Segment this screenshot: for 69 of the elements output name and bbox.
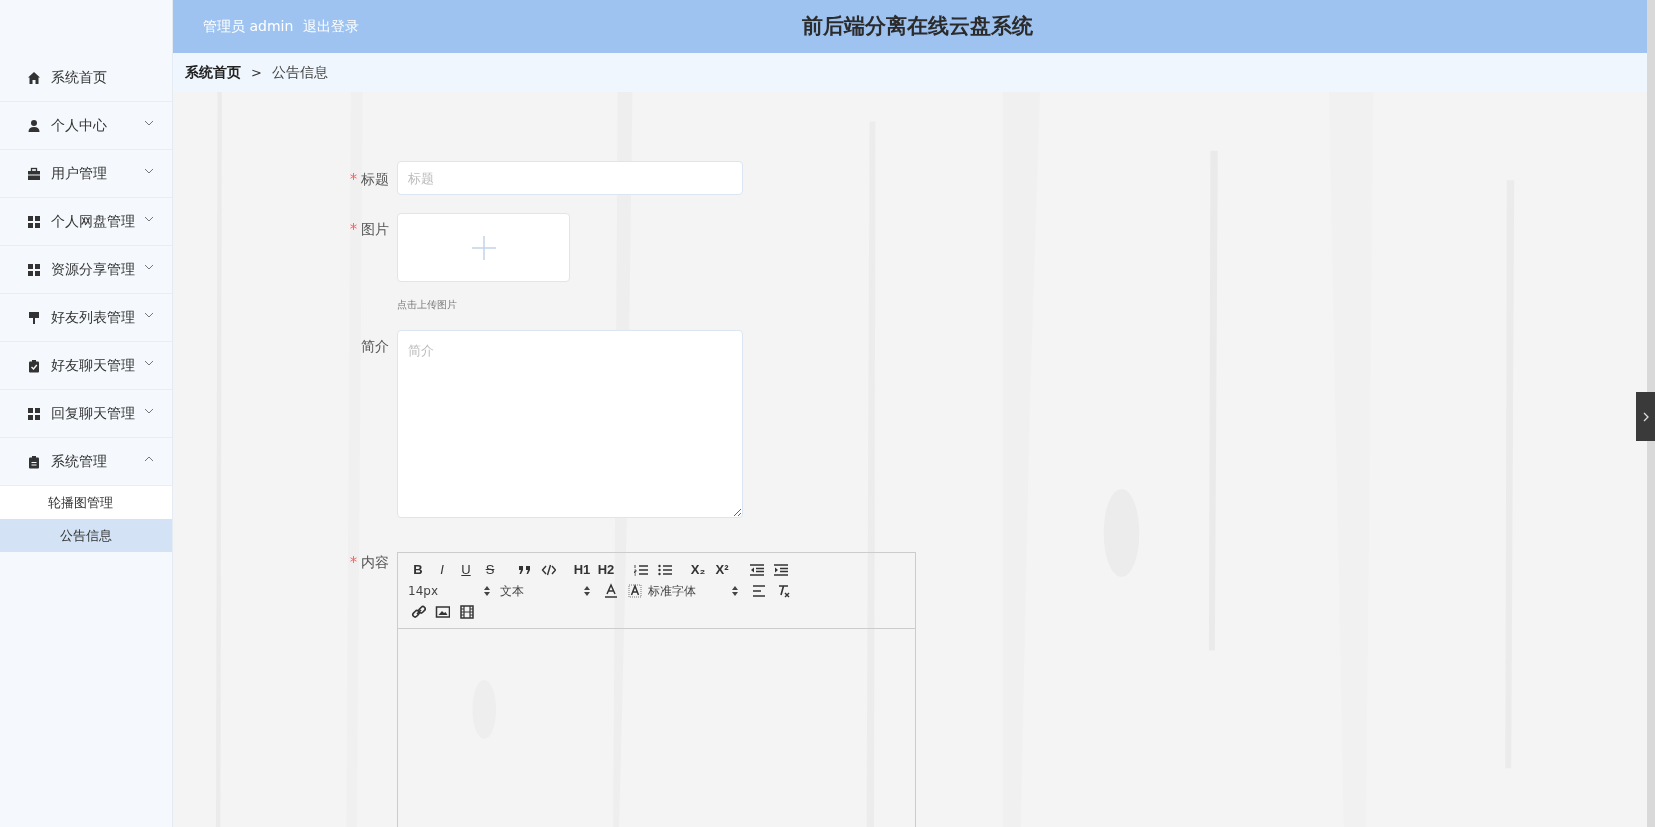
- header-button[interactable]: H2: [594, 559, 618, 580]
- menu-item[interactable]: 资源分享管理: [0, 246, 172, 294]
- field-label: 标题: [361, 170, 389, 189]
- indent-icon[interactable]: [772, 562, 788, 577]
- bullet-list-icon[interactable]: [656, 562, 672, 577]
- link-icon[interactable]: [410, 604, 426, 619]
- chevron-down-icon: [144, 215, 154, 222]
- dropdown-select[interactable]: 文本: [498, 581, 598, 600]
- chevron-right-icon: [1642, 411, 1649, 422]
- dropdown-select[interactable]: 标准字体: [646, 581, 746, 600]
- align-icon[interactable]: [750, 583, 766, 598]
- menu-item[interactable]: 个人网盘管理: [0, 198, 172, 246]
- menu-item[interactable]: 好友聊天管理: [0, 342, 172, 390]
- home-icon: [27, 70, 41, 85]
- menu-item[interactable]: 系统首页: [0, 54, 172, 102]
- chevron-down-icon: [144, 359, 154, 366]
- chevron-up-icon: [144, 455, 154, 462]
- plus-icon: [471, 235, 496, 260]
- outdent-icon[interactable]: [748, 562, 764, 577]
- breadcrumb-link[interactable]: 公告信息: [271, 62, 328, 83]
- panel-toggle-button[interactable]: [1636, 392, 1655, 441]
- rich-text-editor[interactable]: B I U S H1 H2 X₂ X² 14px 文本 标准字体: [397, 552, 916, 827]
- dropdown-select[interactable]: 14px: [406, 581, 498, 600]
- clipboard-icon: [27, 454, 41, 469]
- chevron-down-icon: [144, 311, 154, 318]
- field-label: 简介: [361, 337, 389, 356]
- submenu-item[interactable]: 公告信息: [0, 519, 172, 552]
- underline-button[interactable]: U: [454, 559, 478, 580]
- title-input[interactable]: 标题: [397, 161, 743, 195]
- clipboard-check-icon: [27, 358, 41, 373]
- italic-button[interactable]: I: [430, 559, 454, 580]
- chevron-down-icon: [144, 407, 154, 414]
- updown-caret-icon: [584, 585, 590, 596]
- breadcrumb-link[interactable]: 系统首页: [185, 62, 241, 83]
- code-icon[interactable]: [540, 562, 556, 577]
- menu-item[interactable]: 回复聊天管理: [0, 390, 172, 438]
- scrollbar[interactable]: [1647, 0, 1655, 827]
- summary-textarea[interactable]: 简介: [397, 330, 743, 518]
- menu-item[interactable]: 好友列表管理: [0, 294, 172, 342]
- upload-hint: 点击上传图片: [397, 298, 458, 312]
- menu-item[interactable]: 个人中心: [0, 102, 172, 150]
- chevron-down-icon: [144, 119, 154, 126]
- briefcase-icon: [27, 166, 41, 181]
- image-icon[interactable]: [434, 604, 450, 619]
- grid-icon: [27, 406, 41, 421]
- chevron-down-icon: [144, 167, 154, 174]
- header-button[interactable]: H1: [570, 559, 594, 580]
- bold-button[interactable]: B: [406, 559, 430, 580]
- highlight-icon[interactable]: [626, 583, 642, 598]
- field-label: 内容: [361, 553, 389, 572]
- updown-caret-icon: [484, 585, 490, 596]
- text-color-icon[interactable]: [602, 583, 618, 598]
- grid-icon: [27, 262, 41, 277]
- script-button[interactable]: X²: [710, 559, 734, 580]
- film-icon[interactable]: [458, 604, 474, 619]
- breadcrumb-separator: >: [251, 63, 262, 82]
- updown-caret-icon: [732, 585, 738, 596]
- chevron-down-icon: [144, 263, 154, 270]
- numbered-list-icon[interactable]: [632, 562, 648, 577]
- grid-icon: [27, 214, 41, 229]
- user-icon: [27, 118, 41, 133]
- submenu-item[interactable]: 轮播图管理: [0, 486, 172, 519]
- admin-label: 管理员 admin: [203, 17, 294, 36]
- sign-icon: [27, 310, 41, 325]
- strike-button[interactable]: S: [478, 559, 502, 580]
- field-label: 图片: [361, 220, 389, 239]
- app-title: 前后端分离在线云盘系统: [802, 12, 1033, 40]
- menu-item[interactable]: 用户管理: [0, 150, 172, 198]
- script-button[interactable]: X₂: [686, 559, 710, 580]
